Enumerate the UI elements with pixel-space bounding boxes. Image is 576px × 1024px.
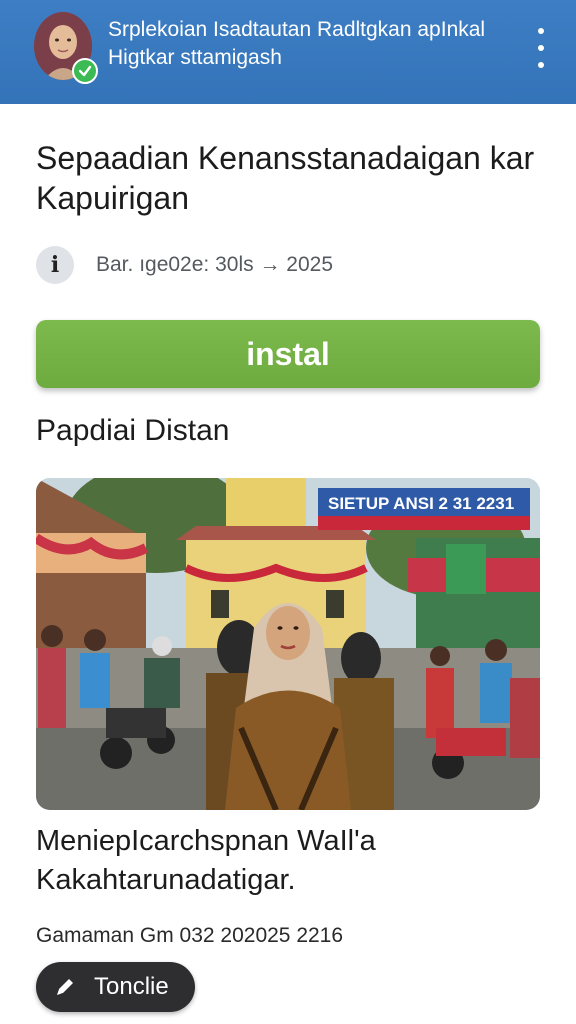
post-date: Gamaman Gm 032 202025 2216	[36, 924, 344, 947]
pencil-icon	[54, 976, 76, 998]
profile-avatar[interactable]	[34, 12, 98, 84]
event-photo[interactable]: SIETUP ANSI 2 31 2231	[36, 478, 540, 810]
page-title: Sepaadian Kenansstanadaigan kar Kapuirig…	[36, 140, 535, 216]
more-vert-icon[interactable]	[530, 28, 552, 68]
meta-text: Bar. ıge02e: 30ls → 2025	[96, 253, 333, 276]
section-title: Papdiai Distan	[36, 414, 230, 447]
edit-button-label: Tonclie	[94, 973, 169, 1000]
install-button[interactable]: instal	[36, 320, 540, 388]
post-caption: MeniepIcarchspnan WaIl'a Kakahtarunadati…	[36, 825, 376, 896]
edit-button[interactable]: Tonclie	[36, 962, 195, 1012]
header-title: Srplekoian Isadtautan Radltgkan apInkal …	[108, 18, 486, 69]
app-header: Srplekoian Isadtautan Radltgkan apInkal …	[0, 0, 576, 104]
banner-text: SIETUP ANSI 2 31 2231	[328, 494, 514, 513]
meta-row: i Bar. ıge02e: 30ls → 2025	[36, 246, 333, 284]
info-icon[interactable]: i	[36, 246, 74, 284]
check-badge-icon	[72, 58, 98, 84]
